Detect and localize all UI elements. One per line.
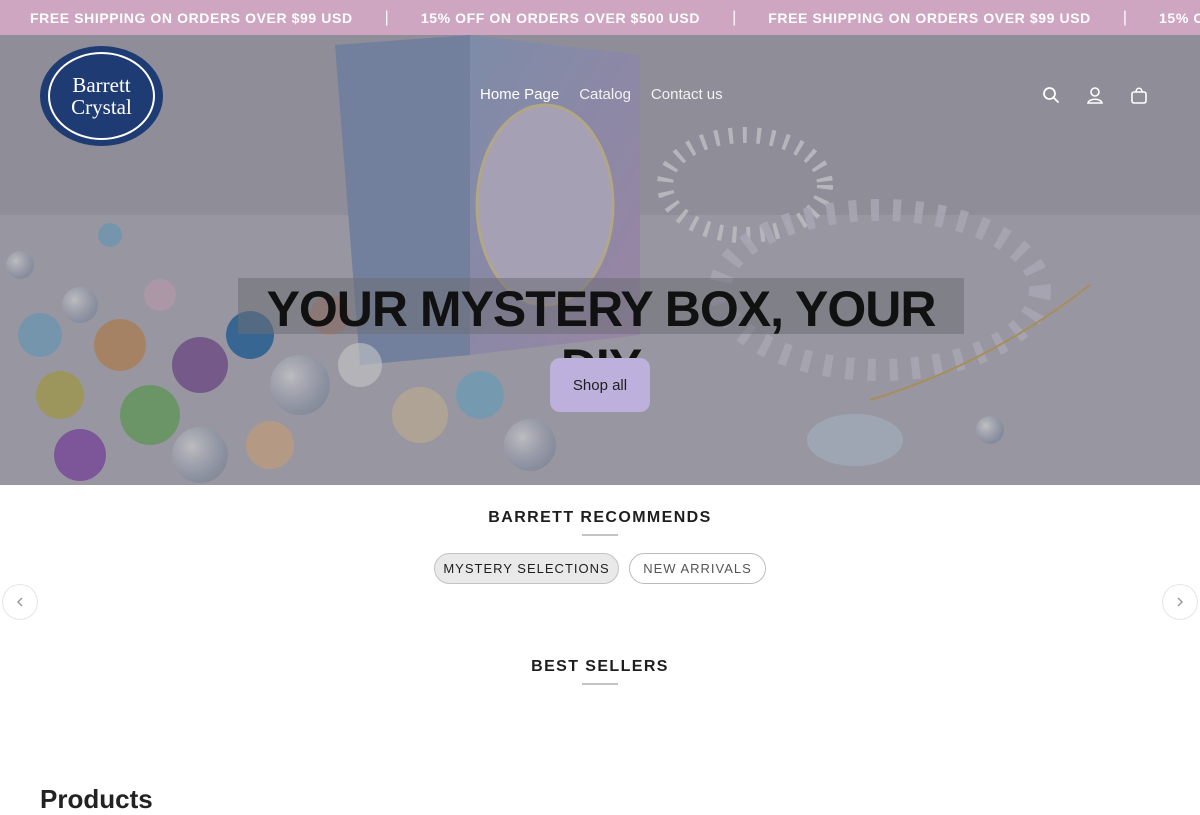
- nav-contact[interactable]: Contact us: [651, 86, 723, 103]
- shop-all-button[interactable]: Shop all: [550, 358, 650, 412]
- announcement-separator: |: [1122, 8, 1128, 26]
- announcement-message: 15% OFF: [1159, 9, 1200, 26]
- cart-icon[interactable]: [1128, 84, 1150, 106]
- logo-text: Barrett Crystal: [71, 74, 132, 118]
- best-sellers-divider: [582, 683, 618, 685]
- announcement-message: FREE SHIPPING ON ORDERS OVER $99 USD: [30, 9, 353, 26]
- account-icon[interactable]: [1084, 84, 1106, 106]
- recommends-divider: [582, 534, 618, 536]
- recommends-title: BARRETT RECOMMENDS: [488, 509, 712, 526]
- tab-new-arrivals[interactable]: NEW ARRIVALS: [629, 553, 766, 584]
- logo[interactable]: Barrett Crystal: [40, 46, 163, 146]
- tab-mystery-selections[interactable]: MYSTERY SELECTIONS: [434, 553, 619, 584]
- announcement-separator: |: [732, 8, 737, 26]
- chevron-left-icon: [16, 597, 23, 607]
- logo-line1: Barrett: [72, 73, 131, 97]
- announcement-separator: |: [384, 8, 389, 26]
- announcement-message: FREE SHIPPING ON ORDERS OVER $99 USD: [768, 9, 1091, 26]
- carousel-next-button[interactable]: [1162, 584, 1198, 620]
- carousel-prev-button[interactable]: [2, 584, 38, 620]
- logo-line2: Crystal: [71, 95, 132, 119]
- chevron-right-icon: [1177, 597, 1184, 607]
- announcement-bar: FREE SHIPPING ON ORDERS OVER $99 USD | 1…: [0, 0, 1200, 35]
- nav-home[interactable]: Home Page: [480, 86, 559, 103]
- announcement-message: 15% OFF ON ORDERS OVER $500 USD: [420, 9, 701, 26]
- best-sellers-title: BEST SELLERS: [531, 658, 669, 675]
- nav-catalog[interactable]: Catalog: [579, 86, 631, 103]
- search-icon[interactable]: [1040, 84, 1062, 106]
- hero-title-highlight: YOUR MYSTERY BOX, YOUR DIY: [238, 278, 964, 395]
- header-icons: [1040, 84, 1150, 106]
- main-nav: Home Page Catalog Contact us: [480, 86, 723, 103]
- announcement-track: FREE SHIPPING ON ORDERS OVER $99 USD | 1…: [30, 0, 1200, 35]
